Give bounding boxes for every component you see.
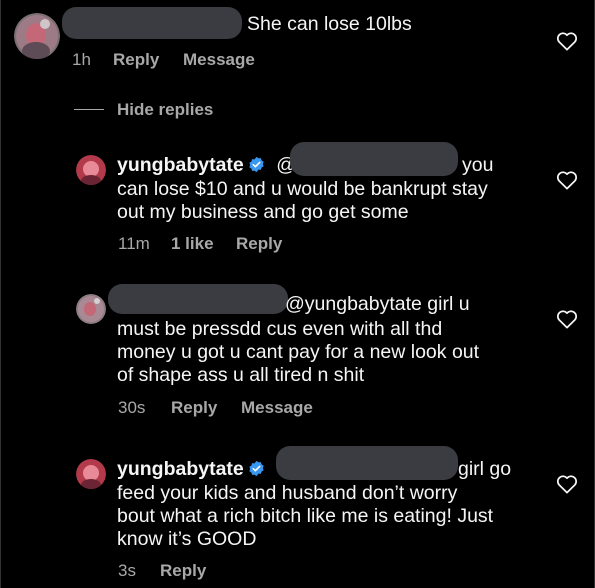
- reply-2-line-3: money u got u cant pay for a new look ou…: [117, 341, 480, 363]
- reply-1-line-2: can lose $10 and u would be bankrupt sta…: [117, 178, 488, 200]
- redacted-username: [62, 7, 242, 39]
- verified-badge-icon: [249, 156, 264, 173]
- reply-1-likes-count[interactable]: 1 like: [171, 234, 214, 254]
- top-comment-reply-button[interactable]: Reply: [113, 50, 159, 70]
- reply-2-line-1-end: @yungbabytate girl u: [285, 293, 470, 315]
- reply-2-time: 30s: [118, 398, 146, 417]
- top-comment-text: She can lose 10lbs: [247, 13, 412, 35]
- reply-2-line-4: of shape ass u all tired n shit: [117, 364, 365, 386]
- reply-1-line-3: out my business and go get some: [117, 201, 409, 223]
- heart-outline-icon[interactable]: [556, 309, 578, 329]
- top-comment-message-button[interactable]: Message: [183, 50, 255, 70]
- thread-line-divider: [74, 109, 104, 110]
- reply-2-reply-button[interactable]: Reply: [171, 398, 217, 418]
- redacted-username: [108, 284, 288, 314]
- verified-badge-icon: [249, 460, 264, 477]
- reply-3-time: 3s: [118, 561, 136, 580]
- reply-3-line-1-end: girl go: [458, 458, 512, 480]
- reply-3-line-3: bout what a rich bitch like me is eating…: [117, 505, 494, 527]
- heart-outline-icon[interactable]: [556, 170, 578, 190]
- reply-avatar[interactable]: [76, 459, 106, 489]
- reply-3-line-4: know it’s GOOD: [117, 528, 257, 550]
- reply-3-reply-button[interactable]: Reply: [160, 561, 206, 581]
- redacted-mention: [276, 446, 458, 480]
- reply-1-username[interactable]: yungbabytate: [117, 154, 244, 176]
- reply-avatar[interactable]: [76, 155, 106, 185]
- reply-2-line-2: must be pressdd cus even with all thd: [117, 318, 443, 340]
- reply-1-reply-button[interactable]: Reply: [236, 234, 282, 254]
- commenter-avatar[interactable]: [14, 13, 60, 59]
- reply-1-time: 11m: [118, 234, 150, 253]
- reply-2-message-button[interactable]: Message: [241, 398, 313, 418]
- reply-1-line-1-end: you: [462, 154, 494, 176]
- reply-3-line-2: feed your kids and husband don’t worry: [117, 482, 458, 504]
- hide-replies-button[interactable]: Hide replies: [117, 100, 213, 120]
- heart-outline-icon[interactable]: [556, 474, 578, 494]
- reply-3-line-1: yungbabytate: [117, 458, 265, 482]
- reply-3-username[interactable]: yungbabytate: [117, 458, 244, 480]
- top-comment-time: 1h: [72, 50, 91, 69]
- reply-avatar[interactable]: [76, 294, 106, 324]
- heart-outline-icon[interactable]: [556, 31, 578, 51]
- redacted-mention: [290, 142, 458, 176]
